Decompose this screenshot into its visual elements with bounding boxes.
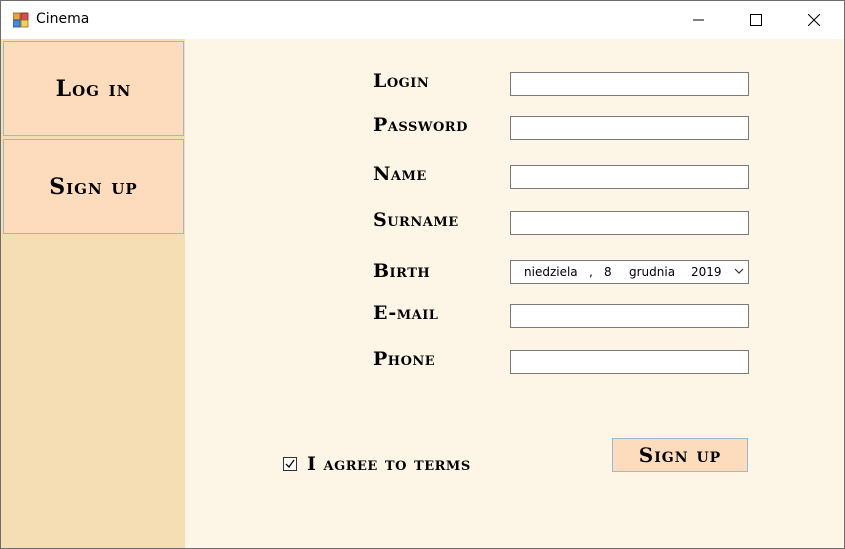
name-input[interactable] [510, 165, 749, 189]
chevron-down-icon[interactable] [734, 268, 744, 275]
birth-year[interactable]: 2019 [691, 265, 722, 279]
close-icon [808, 14, 820, 26]
email-input[interactable] [510, 304, 749, 328]
sidebar: Log in Sign up [1, 39, 185, 548]
password-label: Password [373, 114, 468, 136]
surname-input[interactable] [510, 211, 749, 235]
signup-form: Login Password Name Surname Birth niedzi… [185, 39, 844, 548]
name-label: Name [373, 163, 427, 185]
birth-month[interactable]: grudnia [629, 265, 675, 279]
app-window: Cinema Log in Sign up Login Password Nam… [0, 0, 845, 549]
minimize-icon [693, 19, 704, 21]
login-input[interactable] [510, 72, 749, 96]
close-button[interactable] [786, 1, 842, 39]
birth-weekday[interactable]: niedziela [524, 265, 578, 279]
birth-label: Birth [373, 260, 431, 282]
password-input[interactable] [510, 116, 749, 140]
email-label: E-mail [373, 302, 439, 324]
terms-checkbox[interactable] [283, 457, 297, 471]
title-bar[interactable]: Cinema [1, 1, 844, 39]
birth-day[interactable]: 8 [604, 265, 612, 279]
signup-submit-button[interactable]: Sign up [612, 438, 748, 472]
phone-input[interactable] [510, 350, 749, 374]
minimize-button[interactable] [671, 1, 727, 39]
birth-datepicker[interactable]: niedziela , 8 grudnia 2019 [510, 260, 749, 284]
sidebar-login-button[interactable]: Log in [3, 41, 184, 136]
window-title: Cinema [36, 11, 90, 27]
maximize-button[interactable] [728, 1, 784, 39]
birth-separator: , [589, 265, 593, 279]
app-icon [12, 12, 29, 28]
sidebar-signup-button[interactable]: Sign up [3, 139, 184, 234]
phone-label: Phone [373, 348, 436, 370]
maximize-icon [750, 14, 762, 26]
surname-label: Surname [373, 209, 459, 231]
checkmark-icon [285, 459, 295, 469]
terms-label[interactable]: I agree to terms [307, 453, 471, 475]
login-label: Login [373, 70, 430, 92]
